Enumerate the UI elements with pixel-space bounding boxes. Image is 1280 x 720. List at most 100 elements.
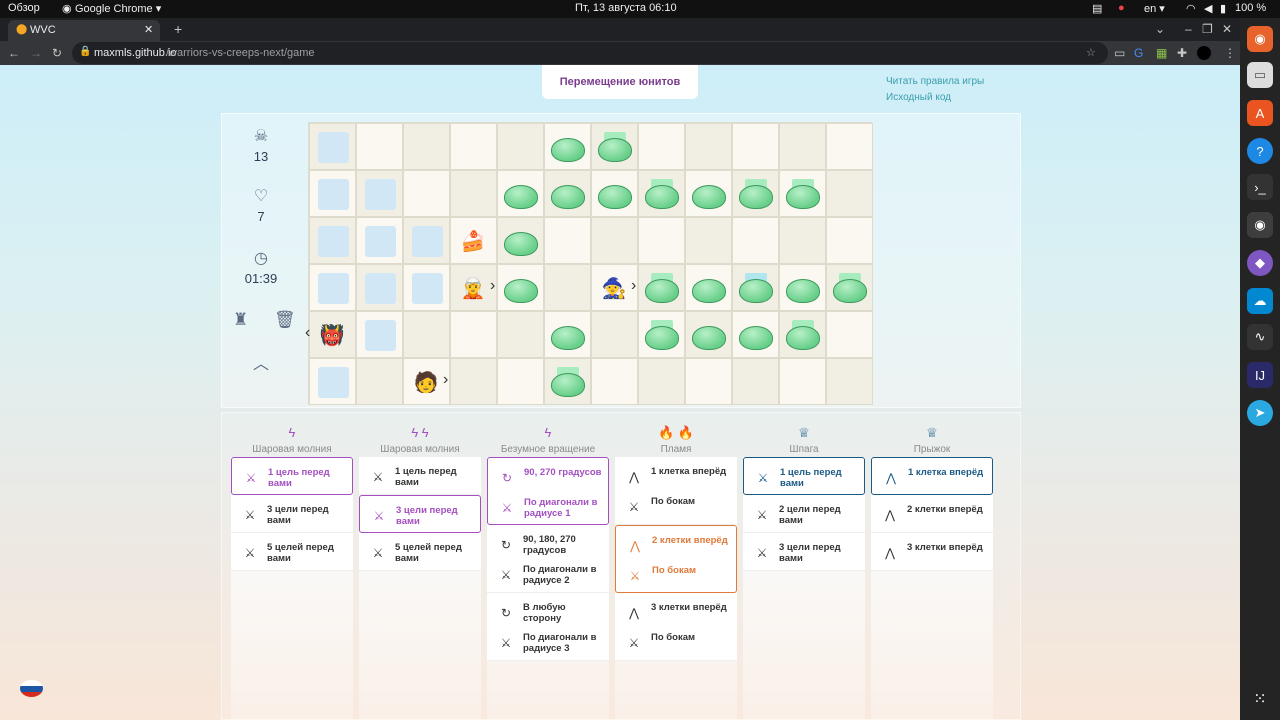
slime-enemy-icon[interactable] (833, 279, 867, 303)
board-cell[interactable] (544, 311, 591, 358)
board-cell[interactable] (591, 123, 638, 170)
board-cell[interactable] (591, 217, 638, 264)
terminal-icon[interactable]: ›_ (1247, 174, 1273, 200)
cake-button-icon[interactable]: ♜ (233, 310, 248, 330)
ability-card[interactable]: ⚔ 3 цели перед вами (231, 495, 353, 533)
ability-card[interactable]: ⋀ 2 клетки вперёд (871, 495, 993, 533)
board-cell[interactable] (732, 170, 779, 217)
wifi-icon[interactable]: ◠ (1186, 2, 1196, 15)
board-cell[interactable] (497, 170, 544, 217)
board-cell[interactable] (638, 170, 685, 217)
board-cell[interactable] (356, 311, 403, 358)
app-menu-button[interactable]: Google Chrome ▾ (75, 2, 161, 15)
slime-enemy-icon[interactable] (504, 185, 538, 209)
board-cell[interactable] (779, 264, 826, 311)
slime-enemy-icon[interactable] (692, 185, 726, 209)
board-cell[interactable] (403, 264, 450, 311)
translate-extension-icon[interactable]: G (1134, 47, 1143, 59)
ability-card[interactable]: ⚔ 5 целей перед вами (231, 533, 353, 571)
sheets-extension-icon[interactable]: ▦ (1156, 47, 1167, 59)
slime-enemy-icon[interactable] (692, 279, 726, 303)
board-cell[interactable] (826, 358, 873, 405)
slime-enemy-icon[interactable] (692, 326, 726, 350)
slime-enemy-icon[interactable] (739, 279, 773, 303)
back-icon[interactable]: ← (8, 47, 20, 59)
ability-card[interactable]: ↻ 90, 180, 270 градусов ⚔ По диагонали в ра… (487, 525, 609, 593)
clock[interactable]: Пт, 13 августа 06:10 (575, 2, 677, 14)
ability-card-selected[interactable]: ⋀ 1 клетка вперёд (871, 457, 993, 495)
language-switcher[interactable]: en ▾ (1144, 2, 1165, 15)
board-cell[interactable] (685, 311, 732, 358)
board-cell[interactable] (779, 217, 826, 264)
board-cell[interactable] (497, 358, 544, 405)
board-cell[interactable] (732, 217, 779, 264)
board-cell[interactable] (544, 123, 591, 170)
board-cell[interactable] (732, 264, 779, 311)
board-cell[interactable] (544, 217, 591, 264)
board-cell[interactable] (826, 311, 873, 358)
board-cell[interactable] (356, 217, 403, 264)
ability-card-selected[interactable]: ⚔ 1 цель перед вами (743, 457, 865, 495)
slime-enemy-icon[interactable] (739, 326, 773, 350)
cloud-icon[interactable]: ☁ (1247, 288, 1273, 314)
board-cell[interactable] (638, 123, 685, 170)
activities-button[interactable]: Обзор (8, 2, 40, 14)
blue-warrior-unit-icon[interactable]: 🧝 (456, 270, 490, 306)
board-cell[interactable] (309, 358, 356, 405)
chrome-icon[interactable]: ◉ (1247, 212, 1273, 238)
board-cell[interactable] (497, 311, 544, 358)
ability-card[interactable]: ⚔ 3 цели перед вами (743, 533, 865, 571)
board-cell[interactable] (544, 358, 591, 405)
new-tab-icon[interactable]: + (174, 22, 182, 36)
slime-enemy-icon[interactable] (645, 326, 679, 350)
board-cell[interactable] (309, 123, 356, 170)
minimize-icon[interactable]: – (1185, 23, 1192, 35)
mode-label[interactable]: Перемещение юнитов (542, 65, 698, 99)
cake-unit-icon[interactable]: 🍰 (456, 223, 490, 259)
board-cell[interactable] (685, 123, 732, 170)
russian-flag-icon[interactable] (20, 680, 43, 697)
rules-link[interactable]: Читать правила игры (886, 76, 984, 87)
monitor-icon[interactable]: ∿ (1247, 324, 1273, 350)
board-cell[interactable] (685, 264, 732, 311)
restore-icon[interactable]: ❐ (1202, 23, 1213, 35)
apps-grid-icon[interactable]: ⁙ (1247, 686, 1273, 712)
board-cell[interactable] (403, 217, 450, 264)
bookmark-star-icon[interactable]: ☆ (1086, 46, 1096, 59)
trash-icon[interactable]: 🗑 (274, 310, 296, 330)
slime-enemy-icon[interactable] (504, 232, 538, 256)
ability-card-selected[interactable]: ↻ 90, 270 градусов ⚔ По диагонали в радиусе… (487, 457, 609, 525)
slime-enemy-icon[interactable] (504, 279, 538, 303)
battery-icon[interactable]: ▮ (1220, 2, 1226, 15)
ability-card-selected[interactable]: ⋀ 2 клетки вперёд ⚔ По бокам (615, 525, 737, 593)
board-cell[interactable] (544, 264, 591, 311)
board-cell[interactable] (356, 170, 403, 217)
collapse-chevron-icon[interactable]: ︿ (253, 350, 269, 374)
board-cell[interactable] (826, 264, 873, 311)
board-cell[interactable] (779, 170, 826, 217)
game-board[interactable]: 🍰 🧝 › 🧙 › 👹 ‹ 🧑 › (305, 122, 873, 405)
reload-icon[interactable]: ↻ (52, 47, 62, 59)
slime-enemy-icon[interactable] (598, 138, 632, 162)
board-cell[interactable] (497, 264, 544, 311)
slime-enemy-icon[interactable] (551, 185, 585, 209)
board-cell[interactable] (450, 311, 497, 358)
slime-enemy-icon[interactable] (739, 185, 773, 209)
close-window-icon[interactable]: ✕ (1222, 23, 1232, 35)
board-cell[interactable] (685, 170, 732, 217)
firefox-icon[interactable]: ◉ (1247, 26, 1273, 52)
ability-card[interactable]: ↻ В любую сторону ⚔ По диагонали в радиусе … (487, 593, 609, 661)
board-cell[interactable] (638, 311, 685, 358)
volume-icon[interactable]: ◀ (1204, 2, 1212, 15)
files-icon[interactable]: ▭ (1247, 62, 1273, 88)
board-cell[interactable] (591, 170, 638, 217)
board-cell[interactable] (826, 123, 873, 170)
board-cell[interactable] (779, 123, 826, 170)
address-bar[interactable]: 🔒 maxmls.github.io /warriors-vs-creeps-n… (72, 42, 1108, 64)
board-cell[interactable] (685, 217, 732, 264)
board-cell[interactable] (450, 170, 497, 217)
slime-enemy-icon[interactable] (645, 185, 679, 209)
slime-enemy-icon[interactable] (786, 326, 820, 350)
board-cell[interactable] (826, 170, 873, 217)
profile-avatar[interactable] (1197, 46, 1211, 60)
